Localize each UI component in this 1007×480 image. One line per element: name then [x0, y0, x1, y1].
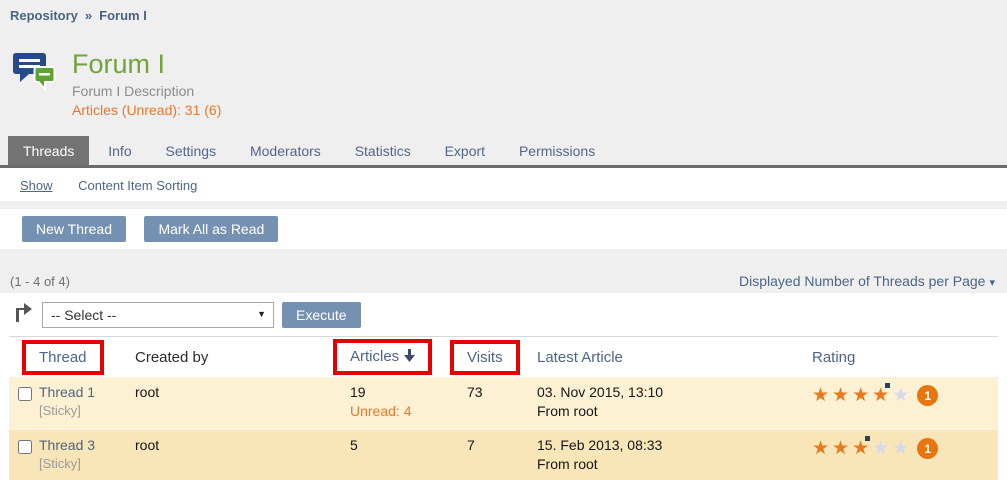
table-header-row: Thread Created by Articles Visits Latest… — [9, 336, 998, 377]
latest-article-author: From root — [537, 456, 812, 472]
star-icon[interactable]: ★ — [872, 439, 889, 458]
column-header-rating[interactable]: Rating — [812, 349, 998, 366]
star-icon[interactable]: ★ — [812, 439, 829, 458]
highlight-box-thread: Thread — [22, 340, 104, 375]
column-header-articles[interactable]: Articles — [350, 348, 415, 365]
star-icon[interactable]: ★ — [832, 386, 849, 405]
tab-threads[interactable]: Threads — [8, 136, 89, 165]
breadcrumb-repository-link[interactable]: Repository — [10, 8, 78, 23]
tab-permissions[interactable]: Permissions — [504, 136, 610, 165]
rating-count-badge: 1 — [917, 438, 938, 459]
sort-descending-icon — [404, 349, 415, 366]
table-row: Thread 3 [Sticky] root 5 7 15. Feb 2013,… — [9, 429, 998, 480]
sticky-flag: [Sticky] — [39, 403, 135, 418]
tab-statistics[interactable]: Statistics — [340, 136, 426, 165]
star-icon[interactable]: ★ — [892, 439, 909, 458]
chevron-down-icon: ▾ — [989, 277, 995, 289]
breadcrumb-forum-link[interactable]: Forum I — [99, 8, 147, 23]
subtab-bar: Show Content Item Sorting — [0, 168, 1007, 201]
page-title: Forum I — [72, 49, 221, 79]
highlight-box-articles: Articles — [333, 339, 432, 375]
column-header-latest-article[interactable]: Latest Article — [537, 349, 812, 366]
table-row: Thread 1 [Sticky] root 19 Unread: 4 73 0… — [9, 377, 998, 429]
tab-info[interactable]: Info — [93, 136, 146, 165]
bulk-action-select-wrap: -- Select -- ▼ — [42, 302, 274, 328]
pagination-bar: (1 - 4 of 4) Displayed Number of Threads… — [0, 249, 1007, 293]
star-icon[interactable]: ★ — [812, 386, 829, 405]
forum-icon — [12, 51, 58, 96]
average-rating-marker — [885, 383, 890, 388]
row-select-checkbox[interactable] — [18, 387, 32, 401]
column-header-created-by: Created by — [135, 349, 350, 366]
divider — [0, 201, 1007, 209]
latest-article-date: 15. Feb 2013, 08:33 — [537, 437, 812, 453]
column-header-thread[interactable]: Thread — [39, 349, 87, 366]
unread-articles-info: Articles (Unread): 31 (6) — [72, 102, 221, 118]
tab-export[interactable]: Export — [430, 136, 500, 165]
latest-article-author: From root — [537, 403, 812, 419]
tab-moderators[interactable]: Moderators — [235, 136, 336, 165]
star-icon[interactable]: ★ — [852, 439, 869, 458]
rating-count-badge: 1 — [917, 385, 938, 406]
thread-link[interactable]: Thread 3 — [39, 437, 135, 453]
unread-count: Unread: 4 — [350, 403, 467, 419]
action-toolbar: New Thread Mark All as Read — [0, 209, 1007, 249]
highlight-box-visits: Visits — [450, 340, 520, 375]
star-icon[interactable]: ★ — [852, 386, 869, 405]
threads-table: -- Select -- ▼ Execute Thread Created by… — [0, 293, 1007, 480]
visits-count: 73 — [467, 384, 537, 400]
sticky-flag: [Sticky] — [39, 456, 135, 471]
latest-article-date: 03. Nov 2015, 13:10 — [537, 384, 812, 400]
articles-count: 5 — [350, 437, 467, 453]
subtab-content-item-sorting[interactable]: Content Item Sorting — [78, 178, 197, 193]
forum-title-block: Forum I Forum I Description Articles (Un… — [72, 49, 221, 118]
execute-button[interactable]: Execute — [282, 302, 361, 328]
tab-bar: Threads Info Settings Moderators Statist… — [0, 136, 1007, 168]
threads-per-page-dropdown[interactable]: Displayed Number of Threads per Page▾ — [739, 273, 995, 289]
breadcrumb-separator: » — [85, 8, 92, 23]
visits-count: 7 — [467, 437, 537, 453]
result-range-text: (1 - 4 of 4) — [10, 274, 70, 289]
rating-widget: ★★★★★1 — [812, 437, 998, 459]
star-icon[interactable]: ★ — [872, 386, 889, 405]
bulk-action-row: -- Select -- ▼ Execute — [11, 301, 998, 328]
star-icon[interactable]: ★ — [892, 386, 909, 405]
apply-to-selected-icon — [13, 301, 32, 328]
new-thread-button[interactable]: New Thread — [22, 216, 126, 242]
bulk-action-select[interactable]: -- Select -- — [42, 302, 274, 328]
created-by-cell: root — [135, 437, 350, 453]
mark-all-read-button[interactable]: Mark All as Read — [144, 216, 278, 242]
created-by-cell: root — [135, 384, 350, 400]
breadcrumb: Repository » Forum I — [0, 0, 1007, 23]
star-icon[interactable]: ★ — [832, 439, 849, 458]
row-select-checkbox[interactable] — [18, 440, 32, 454]
forum-description: Forum I Description — [72, 83, 221, 99]
subtab-show[interactable]: Show — [20, 178, 53, 193]
thread-link[interactable]: Thread 1 — [39, 384, 135, 400]
rating-widget: ★★★★★1 — [812, 384, 998, 406]
page-header-band: Repository » Forum I Forum I Forum I Descr… — [0, 0, 1007, 168]
tab-settings[interactable]: Settings — [151, 136, 232, 165]
average-rating-marker — [865, 436, 870, 441]
column-header-visits[interactable]: Visits — [467, 349, 503, 366]
articles-count: 19 — [350, 384, 467, 400]
forum-header: Forum I Forum I Description Articles (Un… — [0, 23, 1007, 118]
